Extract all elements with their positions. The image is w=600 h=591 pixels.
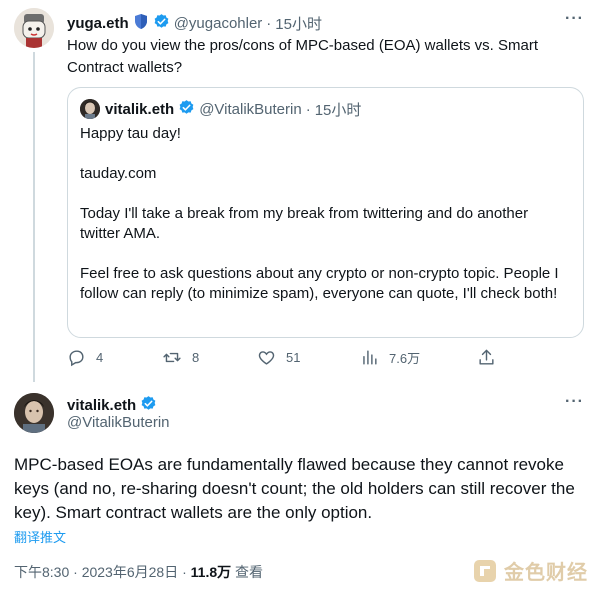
verified-badge-icon xyxy=(140,395,157,416)
share-icon xyxy=(479,349,494,365)
verified-badge-icon xyxy=(178,99,195,120)
watermark-text: 金色财经 xyxy=(504,562,588,584)
like-button[interactable]: 51 xyxy=(257,348,300,367)
jinse-logo-icon xyxy=(474,559,496,582)
comment-icon xyxy=(69,350,84,367)
heart-icon xyxy=(258,351,275,365)
quoted-tweet-header: vitalik.eth @VitalikButerin · 15小时 xyxy=(80,99,361,119)
reply-author-name[interactable]: yuga.eth xyxy=(67,15,129,32)
quoted-author-name: vitalik.eth xyxy=(105,100,175,118)
thread-connector-line xyxy=(33,52,35,382)
views-chart-icon xyxy=(363,350,377,365)
quoted-author-handle: @VitalikButerin xyxy=(199,100,302,118)
main-tweet-header: vitalik.eth xyxy=(67,395,157,415)
views-button[interactable]: 7.6万 xyxy=(360,348,420,367)
separator-dot: · xyxy=(305,100,311,118)
main-author-name[interactable]: vitalik.eth xyxy=(67,397,136,414)
reply-button[interactable]: 4 xyxy=(67,348,103,367)
tweet-timestamp[interactable]: 下午8:30 · 2023年6月28日 · xyxy=(14,564,191,580)
reply-action-bar: 4 8 51 7.6万 xyxy=(67,348,567,370)
quoted-paragraph-link[interactable]: tauday.com xyxy=(80,164,572,184)
translate-tweet-link[interactable]: 翻译推文 xyxy=(14,527,66,546)
reply-author-handle[interactable]: @yugacohler xyxy=(174,15,263,32)
tweet-view-count: 11.8万 xyxy=(190,564,232,580)
tweet-meta: 下午8:30 · 2023年6月28日 · 11.8万 查看 xyxy=(14,562,263,582)
main-tweet-text: MPC-based EOAs are fundamentally flawed … xyxy=(14,455,575,522)
quoted-tweet-card[interactable]: vitalik.eth @VitalikButerin · 15小时 Happy… xyxy=(67,87,584,338)
retweet-button[interactable]: 8 xyxy=(162,348,199,367)
reply-count: 4 xyxy=(96,350,104,365)
main-author-handle[interactable]: @VitalikButerin xyxy=(67,414,170,431)
like-count: 51 xyxy=(286,350,301,365)
main-more-button[interactable]: ··· xyxy=(565,393,584,411)
vitalik-avatar[interactable] xyxy=(14,393,54,433)
reply-more-button[interactable]: ··· xyxy=(565,10,584,28)
quoted-paragraph: Feel free to ask questions about any cry… xyxy=(80,265,559,302)
reply-tweet-header: yuga.eth @yugacohler · 15小时 xyxy=(67,13,322,33)
views-count: 7.6万 xyxy=(389,351,421,366)
shield-badge-icon xyxy=(133,13,149,34)
quoted-tweet-body: Happy tau day! tauday.com Today I'll tak… xyxy=(80,124,572,304)
quoted-paragraph: Today I'll take a break from my break fr… xyxy=(80,205,529,242)
retweet-icon xyxy=(163,352,181,363)
yuga-avatar[interactable] xyxy=(14,8,54,48)
tweet-view-label: 查看 xyxy=(231,564,264,580)
jinse-watermark: 金色财经 xyxy=(472,556,588,585)
verified-badge-icon xyxy=(153,13,170,34)
quoted-paragraph: Happy tau day! xyxy=(80,125,181,142)
reply-tweet-text: How do you view the pros/cons of MPC-bas… xyxy=(67,37,539,76)
separator-dot: · xyxy=(266,14,272,32)
share-button[interactable] xyxy=(477,348,506,367)
quoted-author-avatar xyxy=(80,99,100,119)
quoted-time: 15小时 xyxy=(314,101,362,119)
reply-time[interactable]: 15小时 xyxy=(275,13,322,34)
retweet-count: 8 xyxy=(192,350,200,365)
